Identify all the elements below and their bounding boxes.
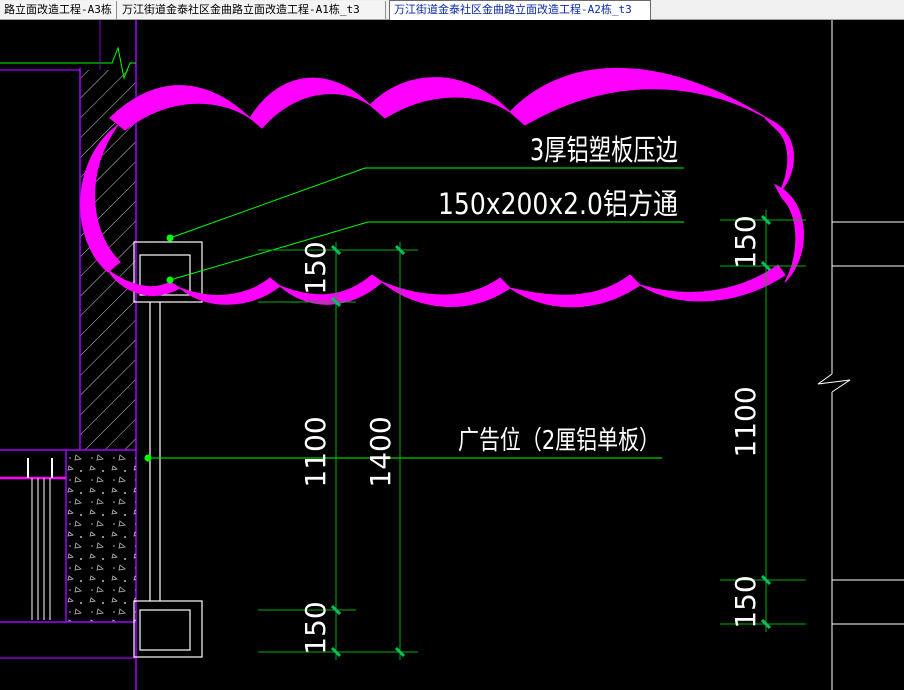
leader-dot-3 [144, 454, 152, 462]
callout-tube-label: 150x200x2.0铝方通 [438, 187, 678, 221]
signboard-outline [133, 241, 203, 658]
leader-dot-2 [166, 276, 174, 284]
dim-text-bottom-left: 150 [299, 601, 332, 654]
dim-text-middle-right: 1100 [729, 386, 762, 457]
elevation-edge [817, 20, 904, 690]
dim-text-top-right: 150 [729, 215, 762, 268]
callout-ad-panel-label: 广告位（2厘铝单板） [458, 426, 660, 456]
dim-text-bottom-right: 150 [729, 575, 762, 628]
dim-text-middle-left: 1100 [299, 416, 332, 487]
dim-text-total-left: 1400 [364, 416, 397, 487]
slab-section [0, 449, 136, 659]
drawing-canvas[interactable]: 3厚铝塑板压边 150x200x2.0铝方通 广告位（2厘铝单板） 150 11… [0, 20, 904, 690]
file-tab-bar: 路立面改造工程-A3栋 万江街道金泰社区金曲路立面改造工程-A1栋_t3 万江街… [0, 0, 904, 20]
tab-file-a1[interactable]: 万江街道金泰社区金曲路立面改造工程-A1栋_t3 [118, 1, 386, 19]
bottom-square-tube [139, 609, 191, 651]
tab-file-a3[interactable]: 路立面改造工程-A3栋 [0, 1, 117, 19]
leader-dot-1 [166, 234, 174, 242]
callout-trim-label: 3厚铝塑板压边 [530, 133, 678, 167]
dim-text-top-left: 150 [299, 241, 332, 294]
tab-file-a2[interactable]: 万江街道金泰社区金曲路立面改造工程-A2栋_t3 [389, 0, 651, 20]
